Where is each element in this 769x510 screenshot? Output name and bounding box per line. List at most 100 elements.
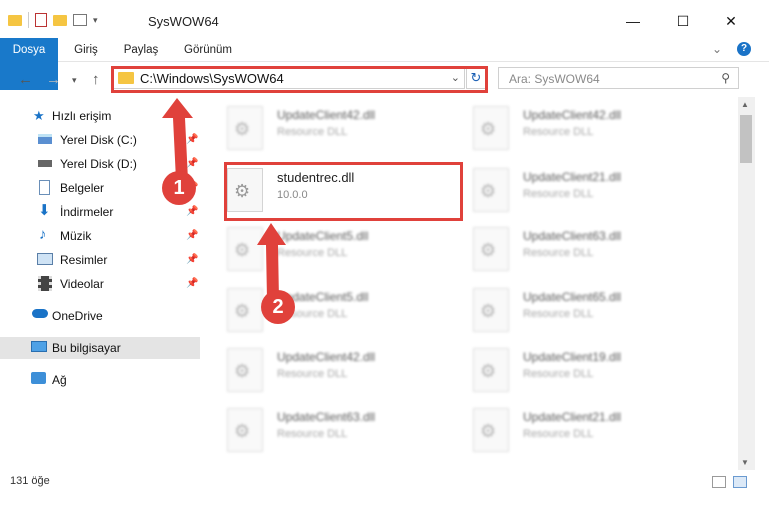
file-tile[interactable]: ⚙ UpdateClient5.dll Resource DLL [207,223,437,275]
file-tile[interactable]: ⚙ UpdateClient19.dll Resource DLL [453,344,683,396]
pictures-icon [37,253,53,265]
sidebar-item-label: Resimler [60,253,108,267]
sidebar-item-videos[interactable]: Videolar 📌 [0,273,200,295]
file-type: Resource DLL [277,368,348,380]
dll-file-icon: ⚙ [473,288,509,332]
pin-icon[interactable]: 📌 [186,278,198,289]
cloud-icon [32,309,48,318]
dll-file-icon: ⚙ [473,168,509,212]
tab-home[interactable]: Giriş [66,38,106,62]
file-name: UpdateClient21.dll [523,170,622,184]
file-name: UpdateClient63.dll [523,229,622,243]
sidebar-item-label: Belgeler [60,181,105,195]
new-folder-icon[interactable] [53,14,67,26]
vertical-scrollbar[interactable]: ▲ ▼ [738,97,755,470]
gear-icon: ⚙ [480,361,497,381]
view-menu-icon[interactable] [73,14,87,26]
gear-icon: ⚙ [480,301,497,321]
sidebar-item-label: Yerel Disk (D:) [60,157,137,171]
recent-locations-icon[interactable]: ▾ [72,75,77,86]
tab-view[interactable]: Görünüm [178,38,238,62]
documents-icon [39,180,50,195]
music-icon: ♪ [39,226,47,243]
sidebar-item-downloads[interactable]: ⬇ İndirmeler 📌 [0,201,200,223]
file-tile[interactable]: ⚙ UpdateClient21.dll Resource DLL [453,404,683,456]
maximize-button[interactable]: ☐ [660,8,706,34]
back-arrow-icon[interactable]: ← [18,71,33,88]
sidebar-item-label: Ağ [52,373,67,387]
dll-file-icon: ⚙ [473,106,509,150]
file-tile[interactable]: ⚙ UpdateClient42.dll Resource DLL [207,102,437,154]
scrollbar-thumb[interactable] [740,115,752,163]
close-button[interactable]: ✕ [708,8,754,34]
file-tile-studentrec[interactable]: ⚙ studentrec.dll 10.0.0 [207,164,437,216]
expand-ribbon-icon[interactable]: ⌄ [712,42,722,56]
sidebar-item-music[interactable]: ♪ Müzik 📌 [0,225,200,247]
sidebar-item-label: OneDrive [52,309,103,323]
folder-icon [8,14,22,26]
file-version: 10.0.0 [277,189,308,201]
file-type: Resource DLL [523,368,594,380]
sidebar-item-pictures[interactable]: Resimler 📌 [0,249,200,271]
search-box[interactable]: Ara: SysWOW64 ⚲ [498,67,739,89]
downloads-icon: ⬇ [38,202,51,219]
window-title: SysWOW64 [148,14,219,29]
file-tile[interactable]: ⚙ UpdateClient42.dll Resource DLL [453,102,683,154]
sidebar-item-onedrive[interactable]: OneDrive [0,305,200,327]
file-tile[interactable]: ⚙ UpdateClient63.dll Resource DLL [453,223,683,275]
up-arrow-icon[interactable]: ↑ [92,71,100,88]
gear-icon: ⚙ [480,181,497,201]
scroll-down-icon[interactable]: ▼ [741,458,749,467]
gear-icon: ⚙ [480,421,497,441]
step-2-callout: 2 [261,290,295,324]
pin-icon[interactable]: 📌 [186,206,198,217]
drive-icon [38,160,52,167]
pin-icon[interactable]: 📌 [186,230,198,241]
address-dropdown-icon[interactable]: ⌄ [451,71,460,84]
file-name: UpdateClient65.dll [523,290,622,304]
tab-share[interactable]: Paylaş [118,38,164,62]
file-type: Resource DLL [523,428,594,440]
gear-icon: ⚙ [234,361,251,381]
file-tile[interactable]: ⚙ UpdateClient42.dll Resource DLL [207,344,437,396]
file-name: UpdateClient42.dll [277,350,376,364]
dll-file-icon: ⚙ [473,227,509,271]
scroll-up-icon[interactable]: ▲ [741,100,749,109]
large-icons-view-icon[interactable] [733,476,747,488]
toolbar-separator [28,12,29,28]
navigation-bar: ← → ▾ ↑ C:\Windows\SysWOW64 ⌄ ↻ Ara: Sys… [0,63,769,97]
refresh-button[interactable]: ↻ [466,67,486,89]
sidebar-item-label: İndirmeler [60,205,114,219]
dll-file-icon: ⚙ [227,348,263,392]
pin-icon[interactable]: 📌 [186,254,198,265]
gear-icon: ⚙ [480,119,497,139]
file-tile[interactable]: ⚙ UpdateClient63.dll Resource DLL [207,404,437,456]
sidebar-item-this-pc[interactable]: Bu bilgisayar [0,337,200,359]
file-tile[interactable]: ⚙ UpdateClient65.dll Resource DLL [453,284,683,336]
sidebar-item-label: Yerel Disk (C:) [60,133,137,147]
minimize-button[interactable]: — [610,8,656,34]
file-type: Resource DLL [523,188,594,200]
gear-icon: ⚙ [234,181,251,201]
forward-arrow-icon[interactable]: → [46,71,61,88]
search-icon[interactable]: ⚲ [721,71,730,85]
title-bar: ▾ SysWOW64 — ☐ ✕ [0,0,769,40]
properties-icon[interactable] [35,13,47,27]
help-icon[interactable]: ? [737,42,751,56]
details-view-icon[interactable] [712,476,726,488]
file-type: Resource DLL [523,247,594,259]
gear-icon: ⚙ [234,301,251,321]
file-tile[interactable]: ⚙ UpdateClient21.dll Resource DLL [453,164,683,216]
star-icon: ★ [33,108,45,123]
ribbon-tabs: Dosya Giriş Paylaş Görünüm ⌄ ? [0,38,769,90]
sidebar-item-network[interactable]: Ağ [0,369,200,391]
customize-toolbar-icon[interactable]: ▾ [93,15,98,26]
file-tile[interactable]: ⚙ UpdateClient5.dll Resource DLL [207,284,437,336]
sidebar-item-label: Bu bilgisayar [52,341,121,355]
file-type: Resource DLL [523,308,594,320]
step-1-callout: 1 [162,171,196,205]
status-bar: 131 öğe [0,470,769,495]
file-name: UpdateClient21.dll [523,410,622,424]
videos-icon [38,276,52,291]
search-placeholder[interactable]: Ara: SysWOW64 [509,72,600,86]
